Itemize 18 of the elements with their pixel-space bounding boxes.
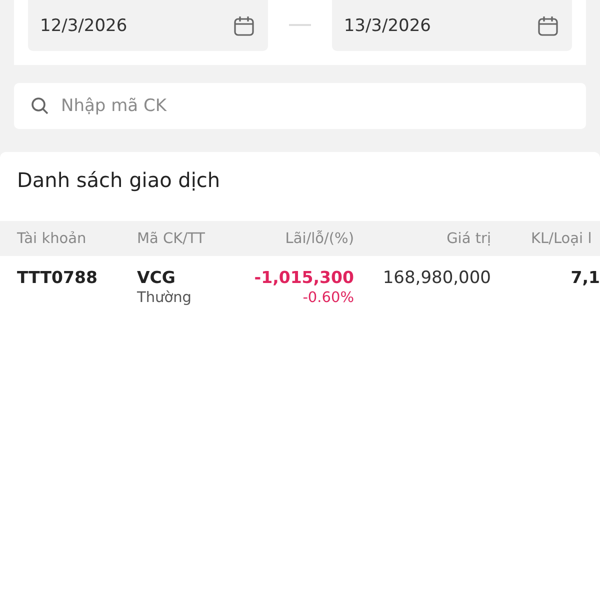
value-cell: 168,980,000 bbox=[382, 268, 491, 288]
search-field[interactable]: Nhập mã CK bbox=[14, 83, 586, 129]
column-header: Tài khoản bbox=[16, 230, 88, 246]
date-field[interactable]: 13/3/2026 bbox=[332, 0, 572, 51]
section-title: Danh sách giao dịch bbox=[16, 167, 222, 194]
calendar-icon bbox=[536, 14, 560, 38]
volume-cell: 7,1 bbox=[570, 268, 600, 287]
order-type: Thường bbox=[137, 290, 193, 306]
column-header: KL/Loại l bbox=[530, 230, 593, 246]
column-header: Mã CK/TT bbox=[137, 230, 206, 246]
column-header: Lãi/lỗ/(%) bbox=[284, 230, 354, 246]
pnl-value: -1,015,300 bbox=[254, 268, 354, 287]
date-field[interactable]: 12/3/2026 bbox=[28, 0, 268, 51]
pnl-percent: -0.60% bbox=[302, 290, 354, 306]
symbol-cell-text: VCG bbox=[137, 268, 176, 287]
account-cell: TTT0788 bbox=[17, 268, 98, 287]
calendar-icon bbox=[232, 14, 256, 38]
column-header: Giá trị bbox=[446, 230, 491, 246]
